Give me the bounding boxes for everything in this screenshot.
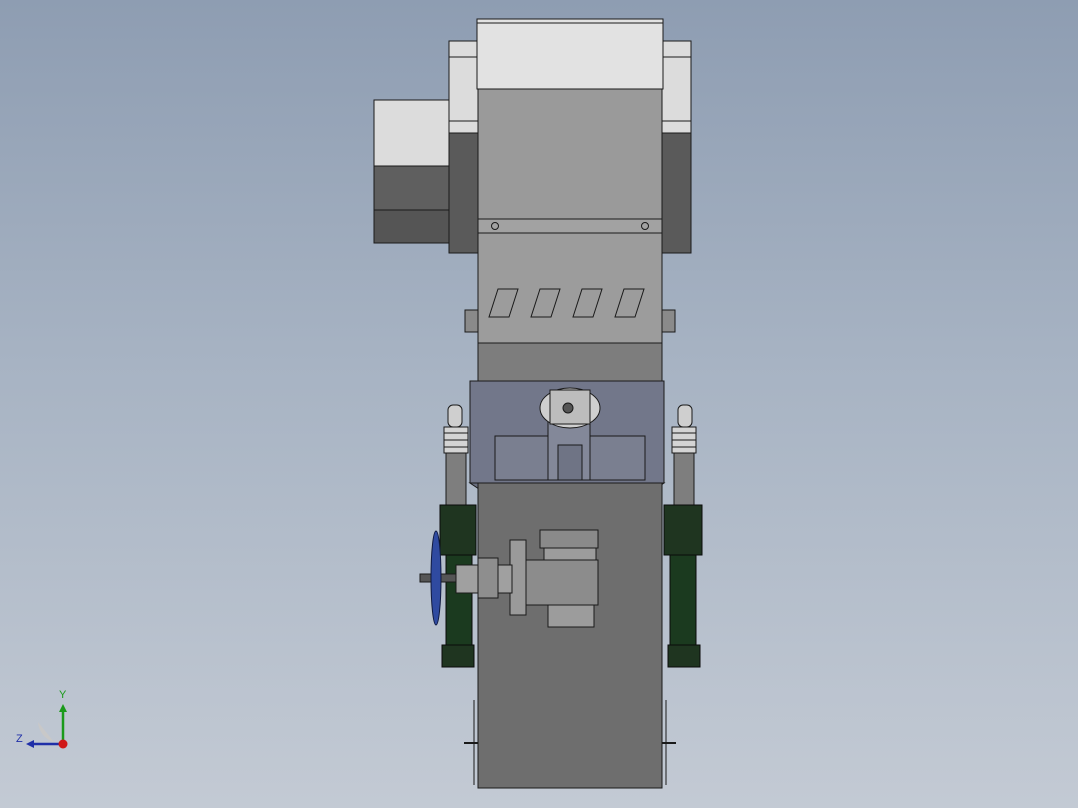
triad-arc-icon: [38, 722, 54, 742]
handwheel-icon[interactable]: [430, 530, 442, 626]
lower-chute: [464, 482, 676, 789]
cad-viewport[interactable]: [0, 0, 1078, 808]
right-actuator: [663, 404, 703, 668]
motor-assembly: [373, 99, 451, 244]
x-axis-icon: [58, 739, 68, 749]
orientation-triad: Y Z: [16, 689, 68, 749]
z-axis-label: Z: [16, 733, 23, 745]
y-axis-label: Y: [59, 689, 67, 701]
chute-body: [464, 88, 676, 384]
